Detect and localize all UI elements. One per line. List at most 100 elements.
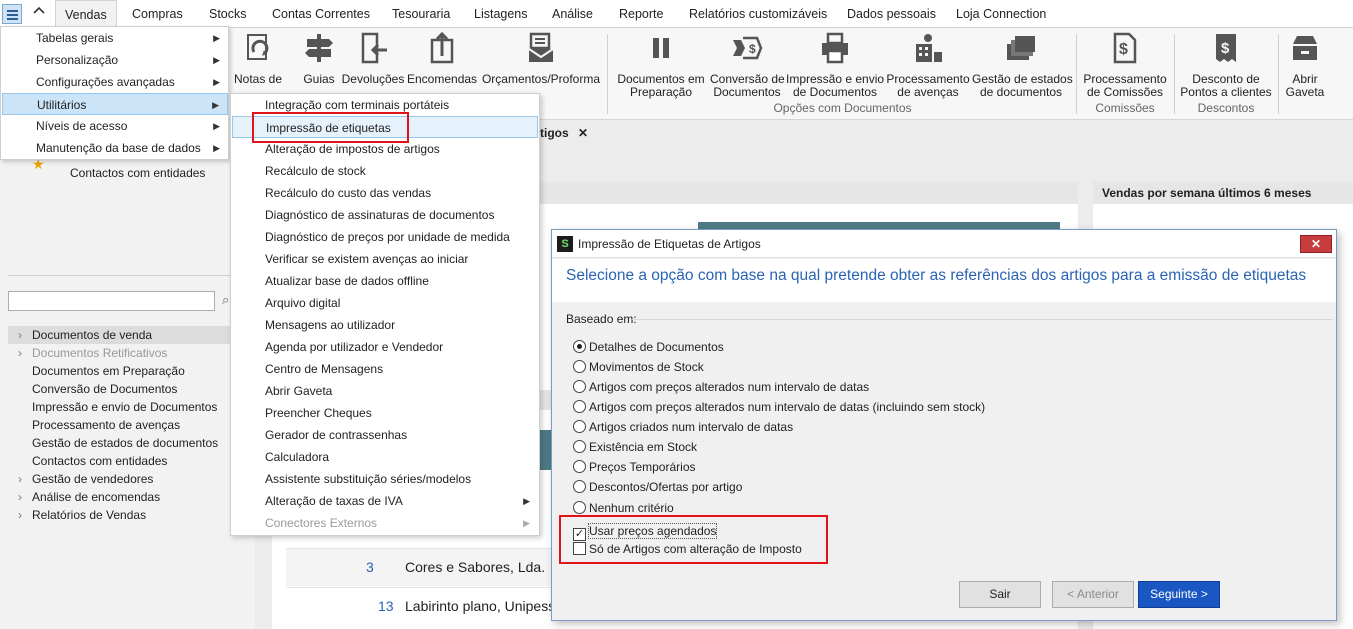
table-row[interactable]: 13 Labirinto plano, Unipessoal xyxy=(286,587,552,625)
radio-detalhes-documentos[interactable]: Detalhes de Documentos xyxy=(573,337,724,357)
svg-text:$: $ xyxy=(1221,40,1230,57)
tree-item[interactable]: Conversão de Documentos xyxy=(32,380,177,398)
submenu-item[interactable]: Calculadora xyxy=(232,446,538,468)
submenu-item[interactable]: Agenda por utilizador e Vendedor xyxy=(232,336,538,358)
radio-precos-temporarios[interactable]: Preços Temporários xyxy=(573,457,696,477)
radio-movimentos-stock[interactable]: Movimentos de Stock xyxy=(573,357,704,377)
ribbon-group-label: Descontos xyxy=(1197,101,1255,115)
ribbon-devolucoes-button[interactable]: Devoluções xyxy=(341,32,405,86)
tree-item[interactable]: Contactos com entidades xyxy=(32,452,167,470)
menu-contas-correntes[interactable]: Contas Correntes xyxy=(272,0,370,28)
search-input[interactable] xyxy=(8,291,215,311)
radio-existencia-stock[interactable]: Existência em Stock xyxy=(573,437,697,457)
ribbon-processamento-avencas-button[interactable]: Processamento de avenças xyxy=(886,32,970,99)
submenu-item[interactable]: Diagnóstico de preços por unidade de med… xyxy=(232,226,538,248)
tree-item-gestao-vendedores[interactable]: › Gestão de vendedores xyxy=(18,470,153,488)
ribbon-documentos-preparacao-button[interactable]: Documentos em Preparação xyxy=(615,32,707,99)
close-button[interactable]: ✕ xyxy=(1300,235,1332,253)
submenu-item[interactable]: Preencher Cheques xyxy=(232,402,538,424)
radio-label: Nenhum critério xyxy=(589,501,674,515)
ribbon-orcamentos-button[interactable]: Orçamentos/Proforma xyxy=(480,32,602,86)
submenu-item[interactable]: Verificar se existem avenças ao iniciar xyxy=(232,248,538,270)
ribbon-processamento-comissoes-button[interactable]: $ Processamento de Comissões xyxy=(1082,32,1168,99)
previous-button[interactable]: < Anterior xyxy=(1052,581,1134,608)
menu-loja-connection[interactable]: Loja Connection xyxy=(956,0,1046,28)
submenu-item[interactable]: Recálculo de stock xyxy=(232,160,538,182)
ribbon-impressao-envio-button[interactable]: Impressão e envio de Documentos xyxy=(786,32,884,99)
radio-precos-alterados-sem-stock[interactable]: Artigos com preços alterados num interva… xyxy=(573,397,985,417)
submenu-item[interactable]: Recálculo do custo das vendas xyxy=(232,182,538,204)
ribbon-separator xyxy=(1174,34,1175,114)
tree-item-documentos-retificativos[interactable]: › Documentos Retificativos xyxy=(18,344,167,362)
ribbon-encomendas-button[interactable]: Encomendas xyxy=(407,31,478,86)
next-button[interactable]: Seguinte > xyxy=(1138,581,1220,608)
tree-item[interactable]: Impressão e envio de Documentos xyxy=(32,398,217,416)
menu-dados-pessoais[interactable]: Dados pessoais xyxy=(847,0,936,28)
menu-item-tabelas-gerais[interactable]: Tabelas gerais ▶ xyxy=(2,27,228,49)
menu-stocks[interactable]: Stocks xyxy=(209,0,247,28)
radio-label: Preços Temporários xyxy=(589,460,696,474)
tree-item-analise-encomendas[interactable]: › Análise de encomendas xyxy=(18,488,160,506)
menu-item-configuracoes-avancadas[interactable]: Configurações avançadas ▶ xyxy=(2,71,228,93)
signpost-icon xyxy=(305,34,333,62)
chevron-up-icon[interactable] xyxy=(28,4,50,24)
radio-label: Descontos/Ofertas por artigo xyxy=(589,480,743,494)
building-person-icon xyxy=(916,34,942,62)
menu-vendas[interactable]: Vendas xyxy=(55,0,117,29)
menu-listagens[interactable]: Listagens xyxy=(474,0,528,28)
ribbon-label: Guias xyxy=(303,72,335,86)
radio-descontos-ofertas[interactable]: Descontos/Ofertas por artigo xyxy=(573,477,742,497)
menu-reporte[interactable]: Reporte xyxy=(619,0,663,28)
radio-unchecked-icon xyxy=(573,360,586,373)
tree-item[interactable]: Documentos em Preparação xyxy=(32,362,185,380)
chevron-right-icon: › xyxy=(18,490,22,504)
menu-item-label: Configurações avançadas xyxy=(36,75,175,89)
submenu-item[interactable]: Mensagens ao utilizador xyxy=(232,314,538,336)
submenu-item[interactable]: Abrir Gaveta xyxy=(232,380,538,402)
ribbon-guias-button[interactable]: Guias xyxy=(299,32,339,86)
submenu-item[interactable]: Centro de Mensagens xyxy=(232,358,538,380)
submenu-arrow-icon: ▶ xyxy=(213,77,220,87)
submenu-item[interactable]: Atualizar base de dados offline xyxy=(232,270,538,292)
tree-item[interactable]: Processamento de avenças xyxy=(32,416,180,434)
submenu-item[interactable]: Assistente substituição séries/modelos xyxy=(232,468,538,490)
submenu-item[interactable]: Diagnóstico de assinaturas de documentos xyxy=(232,204,538,226)
submenu-item[interactable]: Gerador de contrassenhas xyxy=(232,424,538,446)
exit-button[interactable]: Sair xyxy=(959,581,1041,608)
ribbon-label: Encomendas xyxy=(407,72,478,86)
ribbon-desconto-pontos-button[interactable]: $ Desconto de Pontos a clientes xyxy=(1178,32,1274,99)
ribbon-abrir-gaveta-button[interactable]: Abrir Gaveta xyxy=(1282,32,1328,99)
radio-label: Existência em Stock xyxy=(589,440,698,454)
menu-item-niveis-acesso[interactable]: Níveis de acesso ▶ xyxy=(2,115,228,137)
radio-unchecked-icon xyxy=(573,440,586,453)
tab-articles[interactable]: tigos ✕ xyxy=(540,124,588,142)
menu-compras[interactable]: Compras xyxy=(132,0,183,28)
tab-label: tigos xyxy=(540,126,569,140)
divider xyxy=(632,319,1333,320)
radio-precos-alterados[interactable]: Artigos com preços alterados num interva… xyxy=(573,377,869,397)
table-row[interactable]: 3 Cores e Sabores, Lda. xyxy=(286,548,552,586)
tree-item[interactable]: Gestão de estados de documentos xyxy=(32,434,218,452)
menu-analise[interactable]: Análise xyxy=(552,0,593,28)
close-icon[interactable]: ✕ xyxy=(578,126,588,140)
menu-tesouraria[interactable]: Tesouraria xyxy=(392,0,450,28)
menu-relatorios-customizaveis[interactable]: Relatórios customizáveis xyxy=(689,0,827,28)
tree-item-documentos-venda[interactable]: › Documentos de venda xyxy=(8,326,255,344)
ribbon-label: Processamento de avenças xyxy=(886,72,970,99)
row-number: 13 xyxy=(378,598,394,614)
submenu-item-alteracao-taxas-iva[interactable]: Alteração de taxas de IVA ▶ xyxy=(232,490,538,512)
ribbon-conversao-button[interactable]: $ Conversão de Documentos xyxy=(710,32,785,99)
menu-item-manutencao-base-dados[interactable]: Manutenção da base de dados ▶ xyxy=(2,137,228,159)
menu-item-personalizacao[interactable]: Personalização ▶ xyxy=(2,49,228,71)
ribbon-label: Impressão e envio de Documentos xyxy=(786,72,885,99)
tree-item-relatorios-vendas[interactable]: › Relatórios de Vendas xyxy=(18,506,146,524)
ribbon-gestao-estados-button[interactable]: Gestão de estados de documentos xyxy=(972,32,1073,99)
favorite-item[interactable]: Contactos com entidades xyxy=(70,166,205,180)
submenu-item[interactable]: Arquivo digital xyxy=(232,292,538,314)
submenu-item-conectores-externos[interactable]: Conectores Externos ▶ xyxy=(232,512,538,534)
radio-artigos-criados[interactable]: Artigos criados num intervalo de datas xyxy=(573,417,793,437)
search-icon[interactable]: ⌕ xyxy=(222,292,229,308)
hamburger-menu-icon[interactable] xyxy=(2,4,22,24)
menu-item-utilitarios[interactable]: Utilitários ▶ xyxy=(2,93,228,115)
ribbon-notas-credito-button[interactable]: Notas de crédito/débito xyxy=(229,32,287,86)
